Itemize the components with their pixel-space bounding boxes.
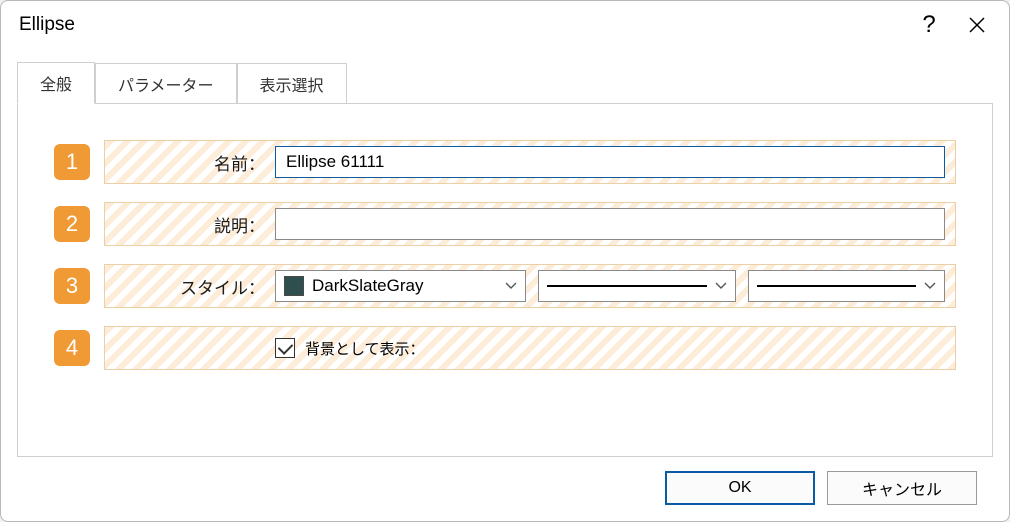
client-area: 全般 パラメーター 表示選択 1 名前： Ellipse 61111 2 説明： <box>1 49 1009 521</box>
cancel-button[interactable]: キャンセル <box>827 471 977 505</box>
row-background: 4 背景として表示： <box>54 326 956 370</box>
window-title: Ellipse <box>19 14 905 36</box>
tab-display[interactable]: 表示選択 <box>237 63 347 104</box>
row-body: 説明： <box>104 202 956 246</box>
row-body: 名前： Ellipse 61111 <box>104 140 956 184</box>
row-body: 背景として表示： <box>104 326 956 370</box>
help-icon: ? <box>922 11 935 39</box>
chevron-down-icon <box>715 282 727 290</box>
style-lineweight-combo[interactable] <box>748 270 945 302</box>
style-color-value: DarkSlateGray <box>312 276 423 296</box>
dialog-window: Ellipse ? 全般 パラメーター 表示選択 1 名前： <box>0 0 1010 522</box>
check-mark-icon <box>277 339 293 355</box>
row-style: 3 スタイル： DarkSlateGray <box>54 264 956 308</box>
description-input[interactable] <box>275 208 945 240</box>
style-color-combo[interactable]: DarkSlateGray <box>275 270 526 302</box>
close-icon <box>969 17 985 33</box>
row-body: スタイル： DarkSlateGray <box>104 264 956 308</box>
chevron-down-icon <box>924 282 936 290</box>
row-badge: 4 <box>54 330 90 366</box>
tabstrip: 全般 パラメーター 表示選択 <box>17 63 993 103</box>
name-label: 名前： <box>105 150 275 175</box>
close-button[interactable] <box>953 5 1001 45</box>
ok-button[interactable]: OK <box>665 471 815 505</box>
background-checkbox[interactable]: 背景として表示： <box>275 338 425 359</box>
style-linestyle-combo[interactable] <box>538 270 735 302</box>
tab-general[interactable]: 全般 <box>17 62 95 104</box>
titlebar: Ellipse ? <box>1 1 1009 49</box>
titlebar-buttons: ? <box>905 5 1001 45</box>
line-sample-icon <box>547 285 706 287</box>
help-button[interactable]: ? <box>905 5 953 45</box>
description-label: 説明： <box>105 212 275 237</box>
name-input[interactable]: Ellipse 61111 <box>275 146 945 178</box>
row-name: 1 名前： Ellipse 61111 <box>54 140 956 184</box>
tab-page-general: 1 名前： Ellipse 61111 2 説明： 3 <box>17 103 993 457</box>
background-label: 背景として表示： <box>305 338 425 359</box>
chevron-down-icon <box>505 282 517 290</box>
tab-parameters[interactable]: パラメーター <box>95 63 237 104</box>
color-swatch-icon <box>284 276 304 296</box>
checkbox-icon <box>275 338 295 358</box>
row-badge: 3 <box>54 268 90 304</box>
line-sample-icon <box>757 285 916 287</box>
dialog-buttons: OK キャンセル <box>17 457 993 505</box>
row-badge: 2 <box>54 206 90 242</box>
row-badge: 1 <box>54 144 90 180</box>
row-description: 2 説明： <box>54 202 956 246</box>
style-label: スタイル： <box>105 274 275 299</box>
